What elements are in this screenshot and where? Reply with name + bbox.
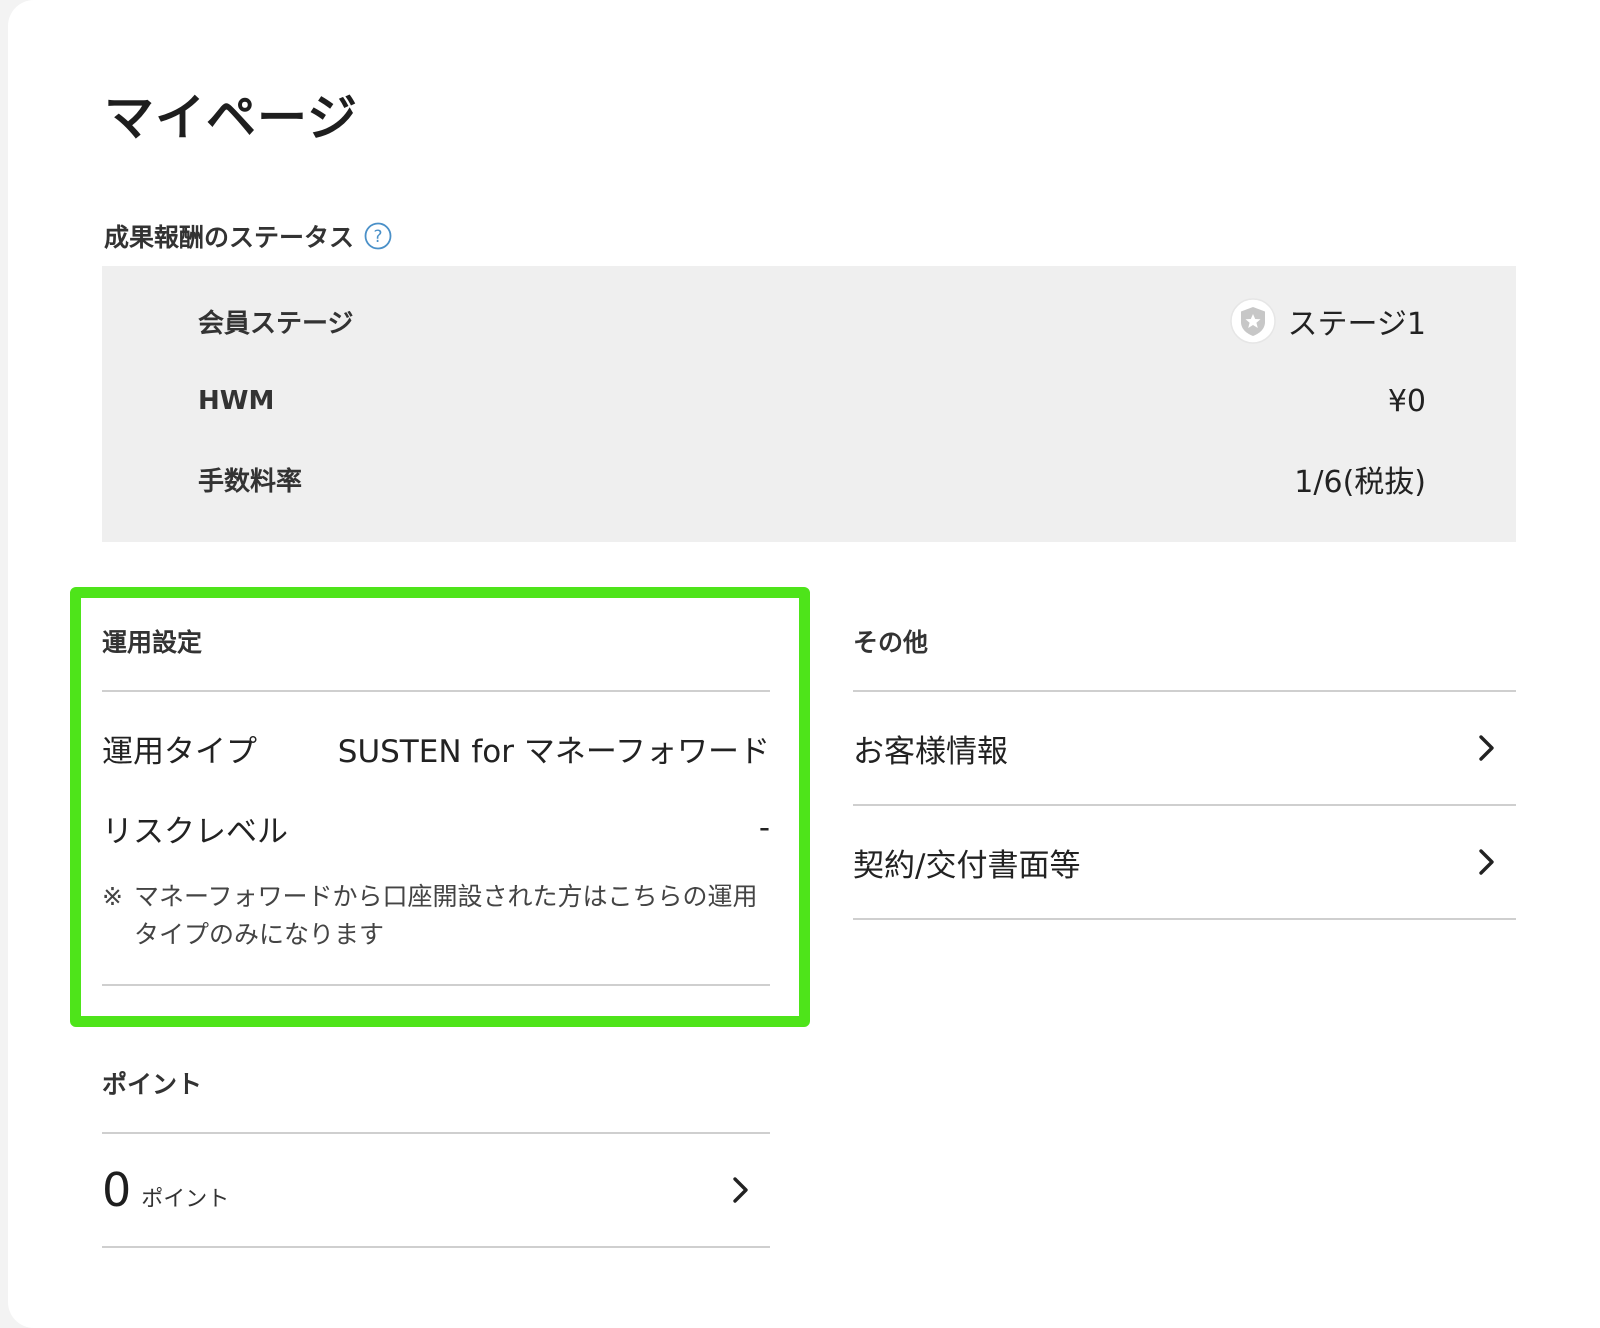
member-stage-label: 会員ステージ (198, 308, 354, 339)
reward-status-heading: 成果報酬のステータス (104, 223, 355, 252)
reward-status-box: 会員ステージ ステージ1 HWM ¥0 手数料率 1/6(税抜) (102, 266, 1516, 542)
mypage-panel: マイページ 成果報酬のステータス ? 会員ステージ ステージ1 HWM ¥0 手… (8, 0, 1600, 1328)
contract-documents-link[interactable]: 契約/交付書面等 (853, 806, 1516, 920)
hwm-label: HWM (198, 386, 275, 416)
question-circle-icon[interactable]: ? (364, 222, 392, 250)
points-heading: ポイント (102, 1038, 770, 1134)
operation-settings-card: 運用設定 運用タイプ SUSTEN for マネーフォワード リスクレベル - … (102, 596, 770, 986)
fee-rate-label: 手数料率 (198, 466, 303, 497)
other-card: その他 お客様情報 契約/交付書面等 (853, 596, 1516, 920)
member-stage-value-group: ステージ1 (1229, 298, 1427, 344)
operation-type-label: 運用タイプ (102, 733, 257, 770)
note-text: マネーフォワードから口座開設された方はこちらの運用タイプのみになります (134, 882, 758, 949)
points-card: ポイント 0 ポイント (102, 1038, 770, 1248)
operation-settings-heading: 運用設定 (102, 596, 770, 692)
reward-status-heading-group: 成果報酬のステータス ? (104, 218, 392, 254)
status-row-member-stage: 会員ステージ ステージ1 (198, 296, 1426, 346)
status-row-hwm: HWM ¥0 (198, 376, 1426, 426)
other-heading: その他 (853, 596, 1516, 692)
risk-level-label: リスクレベル (102, 813, 288, 850)
status-row-fee-rate: 手数料率 1/6(税抜) (198, 454, 1426, 504)
chevron-right-icon (1476, 733, 1498, 763)
chevron-right-icon (730, 1175, 752, 1205)
points-unit: ポイント (141, 1187, 230, 1212)
points-number: 0 (102, 1163, 132, 1217)
svg-text:?: ? (374, 227, 383, 247)
points-value-group: 0 ポイント (102, 1163, 229, 1217)
shield-star-icon (1229, 298, 1276, 344)
customer-info-label: お客様情報 (853, 733, 1008, 770)
member-stage-value: ステージ1 (1287, 307, 1427, 342)
risk-level-row: リスクレベル - (102, 788, 770, 868)
customer-info-link[interactable]: お客様情報 (853, 692, 1516, 806)
fee-rate-value: 1/6(税抜) (1294, 465, 1426, 500)
operation-note: ※ マネーフォワードから口座開設された方はこちらの運用タイプのみになります (102, 868, 770, 986)
points-link[interactable]: 0 ポイント (102, 1134, 770, 1248)
operation-type-value: SUSTEN for マネーフォワード (337, 733, 770, 770)
page-title: マイページ (104, 89, 358, 147)
risk-level-value: - (758, 810, 770, 846)
chevron-right-icon (1476, 847, 1498, 877)
operation-type-row: 運用タイプ SUSTEN for マネーフォワード (102, 708, 770, 788)
contract-documents-label: 契約/交付書面等 (853, 847, 1081, 884)
note-mark: ※ (102, 882, 123, 911)
hwm-value: ¥0 (1387, 383, 1426, 419)
